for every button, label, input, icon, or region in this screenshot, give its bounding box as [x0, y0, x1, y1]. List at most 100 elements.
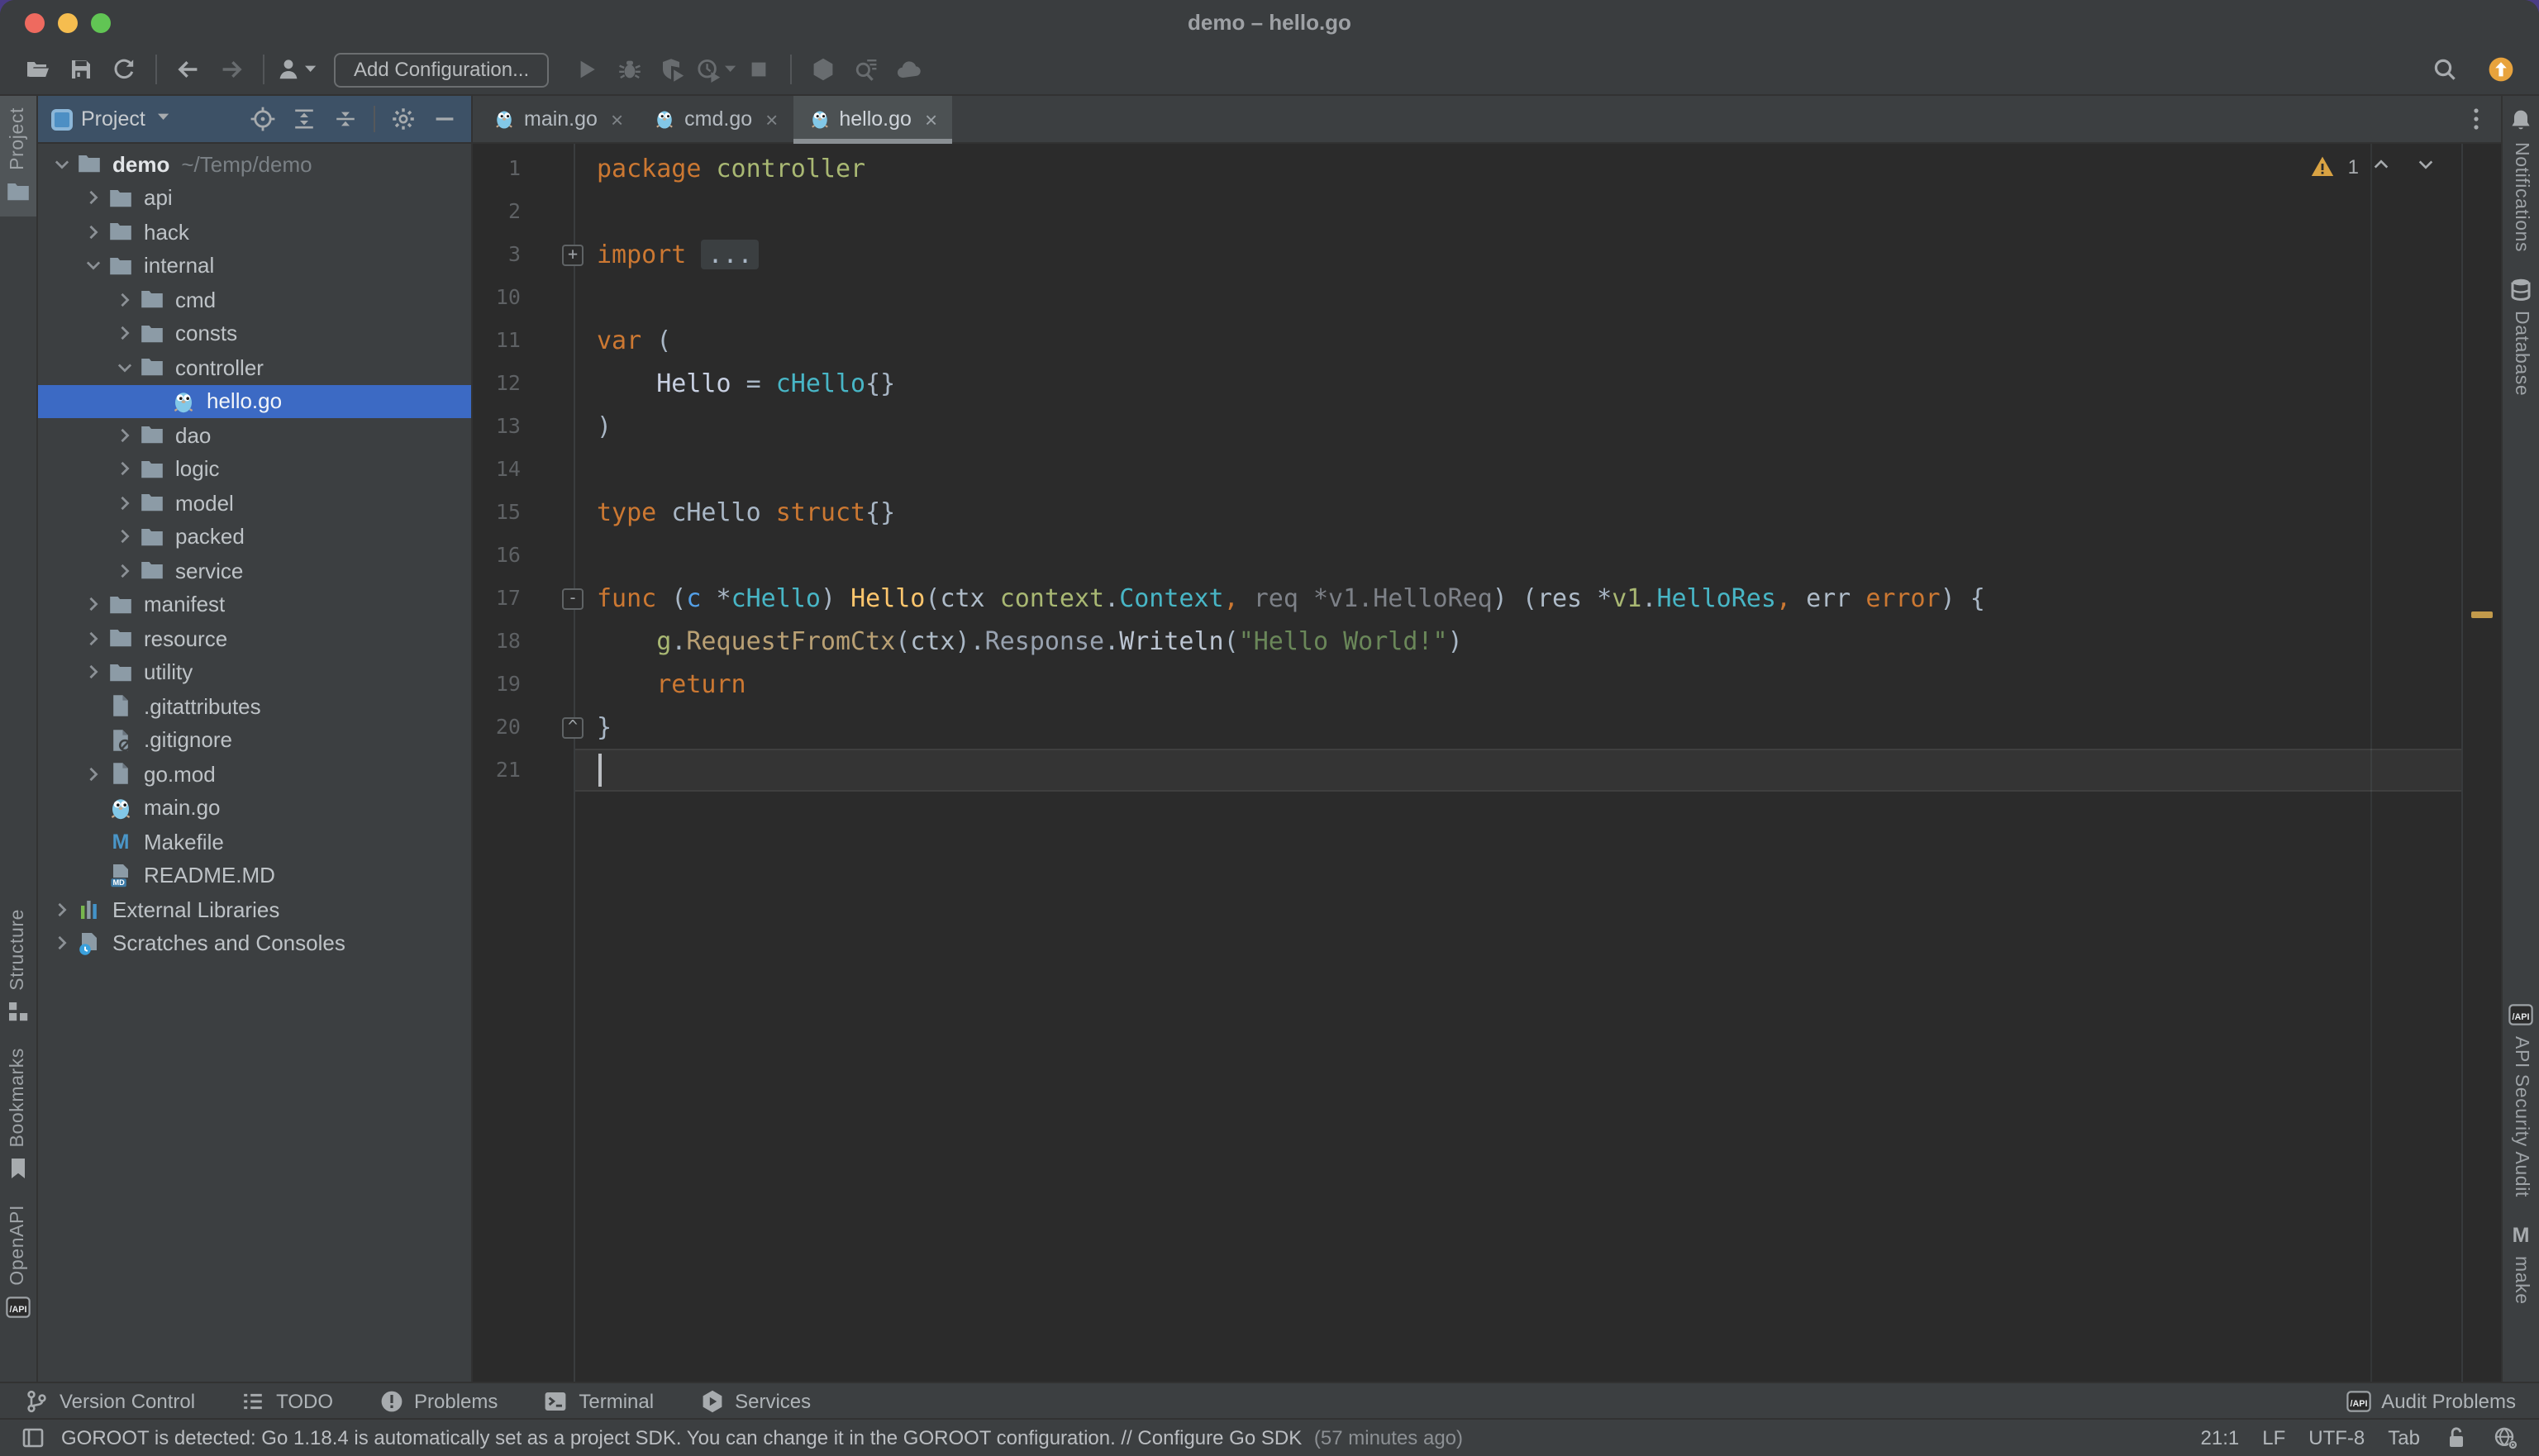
translate-gear-icon[interactable] [2493, 1425, 2519, 1451]
code-line-16[interactable]: 16 [473, 534, 2463, 577]
zoom-window-button[interactable] [91, 13, 111, 33]
line-number[interactable]: 11 [473, 319, 574, 362]
tree-row-consts[interactable]: consts [38, 316, 471, 350]
close-tab-icon[interactable]: × [765, 107, 778, 131]
chevron-collapsed-icon[interactable] [111, 560, 139, 582]
tree-row-hack[interactable]: hack [38, 215, 471, 249]
chevron-collapsed-icon[interactable] [48, 899, 76, 921]
tool-window-button-bookmarks[interactable]: Bookmarks [0, 1036, 36, 1193]
back-button[interactable] [167, 50, 210, 89]
tree-row-readme.md[interactable]: MDREADME.MD [38, 859, 471, 892]
chevron-collapsed-icon[interactable] [111, 526, 139, 548]
coverage-button[interactable] [651, 50, 694, 89]
chevron-collapsed-icon[interactable] [111, 492, 139, 514]
line-number[interactable]: 3 [473, 233, 574, 276]
tree-row-dao[interactable]: dao [38, 418, 471, 452]
prev-problem-icon[interactable] [2370, 154, 2397, 180]
tool-window-button-openapi[interactable]: OpenAPI/API [0, 1193, 36, 1332]
chevron-collapsed-icon[interactable] [79, 221, 107, 243]
line-number[interactable]: 1 [473, 147, 574, 190]
profiler-button[interactable] [694, 50, 737, 89]
line-number[interactable]: 21 [473, 749, 574, 792]
tree-row-scratches-and-consoles[interactable]: Scratches and Consoles [38, 926, 471, 960]
code-line-1[interactable]: 1package controller [473, 147, 2463, 190]
chevron-expanded-icon[interactable] [48, 154, 76, 175]
line-number[interactable]: 15 [473, 491, 574, 534]
tree-row-utility[interactable]: utility [38, 655, 471, 689]
hide-panel-icon[interactable] [431, 106, 458, 132]
line-separator[interactable]: LF [2262, 1426, 2285, 1449]
line-number[interactable]: 10 [473, 276, 574, 319]
tree-row-resource[interactable]: resource [38, 621, 471, 655]
line-number[interactable]: 18 [473, 620, 574, 663]
chevron-collapsed-icon[interactable] [79, 628, 107, 649]
minimize-window-button[interactable] [58, 13, 78, 33]
chevron-collapsed-icon[interactable] [79, 594, 107, 616]
chevron-collapsed-icon[interactable] [111, 425, 139, 446]
tree-row-demo[interactable]: demo~/Temp/demo [38, 147, 471, 181]
error-stripe[interactable] [2461, 144, 2501, 1382]
fold-marker-icon[interactable]: - [562, 588, 584, 610]
code-line-21[interactable]: 21 [473, 749, 2463, 792]
tree-row-logic[interactable]: logic [38, 452, 471, 486]
line-number[interactable]: 19 [473, 663, 574, 706]
open-folder-button[interactable] [17, 50, 60, 89]
warning-stripe-mark[interactable] [2471, 611, 2493, 618]
tree-row-packed[interactable]: packed [38, 520, 471, 554]
code-line-14[interactable]: 14 [473, 448, 2463, 491]
line-number[interactable]: 20 [473, 706, 574, 749]
tab-options-icon[interactable] [2463, 96, 2501, 142]
search-button[interactable] [2423, 50, 2466, 89]
next-problem-icon[interactable] [2415, 154, 2441, 180]
tool-window-button-terminal[interactable]: Terminal [542, 1387, 654, 1414]
line-number[interactable]: 2 [473, 190, 574, 233]
plugin-button[interactable] [802, 50, 845, 89]
chevron-down-icon[interactable] [157, 112, 172, 126]
close-tab-icon[interactable]: × [925, 107, 937, 131]
run-button[interactable] [565, 50, 608, 89]
collapse-all-icon[interactable] [332, 106, 359, 132]
tree-row-main.go[interactable]: main.go [38, 791, 471, 825]
code-line-3[interactable]: 3+import ... [473, 233, 2463, 276]
fold-marker-icon[interactable]: ^ [562, 717, 584, 739]
tab-main.go[interactable]: main.go× [478, 96, 638, 142]
chevron-collapsed-icon[interactable] [79, 764, 107, 785]
line-number[interactable]: 17 [473, 577, 574, 620]
chevron-expanded-icon[interactable] [79, 255, 107, 277]
tree-row-manifest[interactable]: manifest [38, 588, 471, 621]
user-button[interactable] [274, 50, 317, 89]
tab-cmd.go[interactable]: cmd.go× [638, 96, 793, 142]
gear-icon[interactable] [390, 106, 417, 132]
tree-row-hello.go[interactable]: hello.go [38, 384, 471, 418]
cloud-button[interactable] [888, 50, 931, 89]
chevron-collapsed-icon[interactable] [79, 662, 107, 683]
tree-row-api[interactable]: api [38, 181, 471, 215]
tree-row-controller[interactable]: controller [38, 350, 471, 384]
code-line-11[interactable]: 11var ( [473, 319, 2463, 362]
chevron-expanded-icon[interactable] [111, 357, 139, 378]
inspection-widget[interactable]: 1 [2310, 154, 2441, 180]
code-line-20[interactable]: 20^} [473, 706, 2463, 749]
debug-button[interactable] [608, 50, 651, 89]
file-encoding[interactable]: UTF-8 [2308, 1426, 2365, 1449]
code-line-2[interactable]: 2 [473, 190, 2463, 233]
expand-all-icon[interactable] [291, 106, 317, 132]
tree-row-internal[interactable]: internal [38, 249, 471, 283]
code-line-10[interactable]: 10 [473, 276, 2463, 319]
tool-window-button-audit-problems[interactable]: /APIAudit Problems [2345, 1387, 2516, 1414]
tool-window-button-todo[interactable]: TODO [240, 1387, 333, 1414]
forward-button[interactable] [210, 50, 253, 89]
indent-style[interactable]: Tab [2388, 1426, 2420, 1449]
code-line-15[interactable]: 15type cHello struct{} [473, 491, 2463, 534]
code-line-13[interactable]: 13) [473, 405, 2463, 448]
tree-row-cmd[interactable]: cmd [38, 283, 471, 316]
chevron-collapsed-icon[interactable] [48, 933, 76, 954]
chevron-collapsed-icon[interactable] [79, 188, 107, 209]
window-icon[interactable] [20, 1425, 46, 1451]
save-button[interactable] [60, 50, 102, 89]
close-window-button[interactable] [25, 13, 45, 33]
close-tab-icon[interactable]: × [611, 107, 623, 131]
tree-row-.gitattributes[interactable]: .gitattributes [38, 689, 471, 723]
update-button[interactable] [2479, 50, 2522, 89]
status-message-text[interactable]: GOROOT is detected: Go 1.18.4 is automat… [61, 1426, 1302, 1449]
